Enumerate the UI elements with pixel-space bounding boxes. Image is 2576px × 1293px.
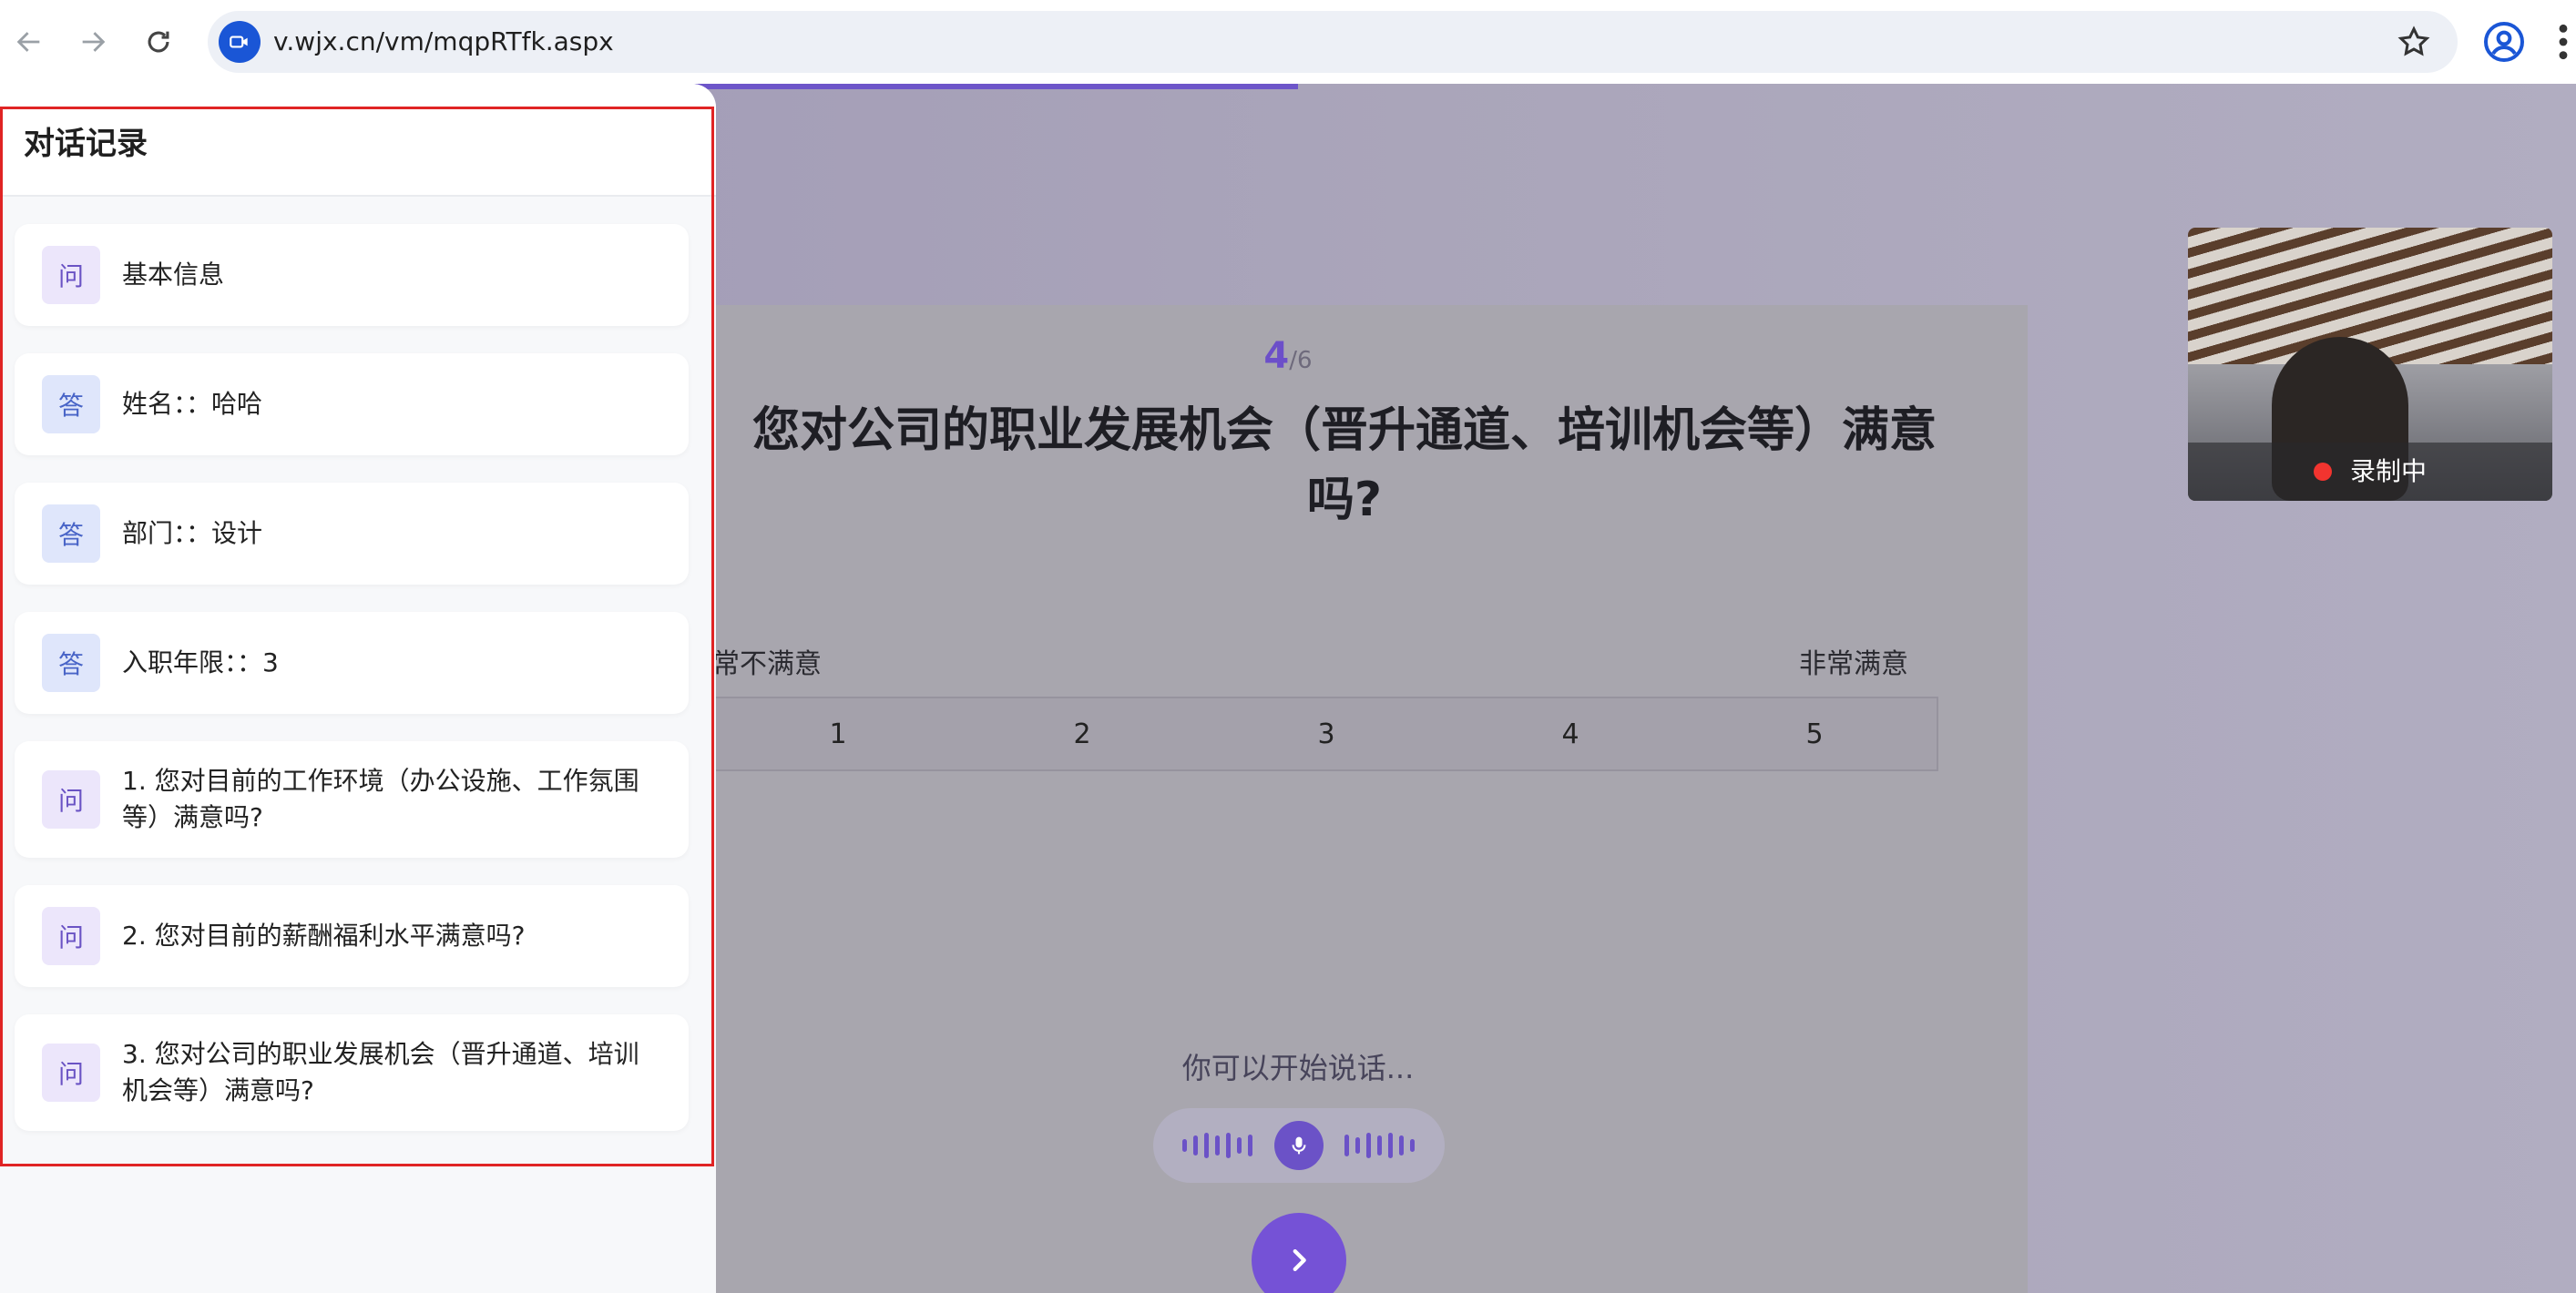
question-title: 您对公司的职业发展机会（晋升通道、培训机会等）满意吗?: [751, 403, 1937, 527]
recording-status-text: 录制中: [2350, 456, 2428, 486]
sound-wave-right-icon: [1344, 1132, 1415, 1159]
rating-option-5[interactable]: 5: [1692, 698, 1937, 769]
chat-message-text: 部门：：设计: [122, 518, 263, 548]
arrow-left-icon: [16, 32, 40, 52]
chat-message: 问 2. 您对目前的薪酬福利水平满意吗?: [15, 885, 689, 987]
back-button[interactable]: [4, 16, 55, 67]
voice-hint: 你可以开始说话...: [1181, 1051, 1415, 1085]
question-current-number: 4: [1263, 335, 1290, 377]
chat-message-text: 入职年限：：3: [122, 647, 279, 677]
camera-preview: 录制中: [2188, 228, 2552, 501]
voice-input-control[interactable]: [1153, 1108, 1445, 1183]
chat-message-text: 2. 您对目前的薪酬福利水平满意吗?: [122, 921, 526, 951]
browser-menu-icon[interactable]: [2556, 22, 2571, 62]
reload-button[interactable]: [133, 16, 184, 67]
arrow-right-icon: [82, 32, 106, 52]
bookmark-star-icon[interactable]: [2396, 24, 2432, 60]
question-tag: 问: [42, 246, 100, 304]
site-camera-icon: [219, 21, 261, 63]
scale-max-label: 非常满意: [1799, 648, 1908, 680]
chat-message: 问 基本信息: [15, 224, 689, 326]
chat-history-panel: 对话记录 问 基本信息 答 姓名：：哈哈 答 部门：：设计 答 入职年限：：3 …: [0, 84, 716, 1293]
recording-dot-icon: [2314, 463, 2332, 481]
scale-min-label: 常不满意: [712, 648, 822, 680]
chevron-right-icon: [1293, 1248, 1306, 1272]
microphone-icon[interactable]: [1274, 1121, 1324, 1170]
rating-option-1[interactable]: 1: [716, 698, 960, 769]
chat-message: 问 1. 您对目前的工作环境（办公设施、工作氛围等）满意吗?: [15, 741, 689, 858]
answer-tag: 答: [42, 504, 100, 563]
chat-message: 问 3. 您对公司的职业发展机会（晋升通道、培训机会等）满意吗?: [15, 1014, 689, 1131]
chat-message: 答 姓名：：哈哈: [15, 353, 689, 455]
rating-option-3[interactable]: 3: [1204, 698, 1448, 769]
question-tag: 问: [42, 1044, 100, 1102]
forward-button[interactable]: [67, 16, 118, 67]
chat-message-text: 基本信息: [122, 260, 225, 290]
chat-history-header: 对话记录: [0, 84, 716, 197]
url-text[interactable]: v.wjx.cn/vm/mqpRTfk.aspx: [273, 11, 614, 73]
sound-wave-left-icon: [1182, 1132, 1252, 1159]
recording-status-bar: 录制中: [2188, 443, 2552, 501]
answer-tag: 答: [42, 375, 100, 433]
question-total: /6: [1289, 347, 1313, 374]
reload-icon: [148, 31, 169, 53]
chat-message: 答 入职年限：：3: [15, 612, 689, 714]
chat-message-text: 姓名：：哈哈: [122, 389, 263, 419]
browser-toolbar: v.wjx.cn/vm/mqpRTfk.aspx: [0, 0, 2576, 84]
address-bar[interactable]: v.wjx.cn/vm/mqpRTfk.aspx: [208, 11, 2458, 73]
rating-option-2[interactable]: 2: [960, 698, 1204, 769]
answer-tag: 答: [42, 634, 100, 692]
chat-history-title: 对话记录: [24, 126, 148, 162]
chat-message: 答 部门：：设计: [15, 483, 689, 585]
survey-progress-bar: [692, 84, 1298, 89]
profile-icon[interactable]: [2482, 20, 2526, 64]
rating-option-4[interactable]: 4: [1448, 698, 1692, 769]
rating-scale: 1 2 3 4 5: [716, 697, 1938, 771]
chat-message-text: 1. 您对目前的工作环境（办公设施、工作氛围等）满意吗?: [122, 766, 639, 832]
question-tag: 问: [42, 907, 100, 965]
question-tag: 问: [42, 770, 100, 829]
chat-message-text: 3. 您对公司的职业发展机会（晋升通道、培训机会等）满意吗?: [122, 1039, 639, 1105]
